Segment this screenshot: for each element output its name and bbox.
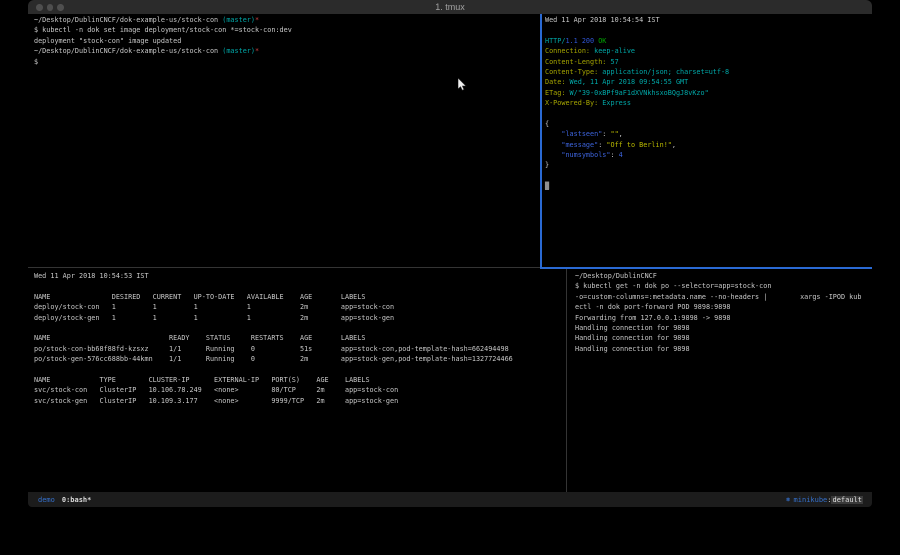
kube-context: minikube (794, 496, 828, 504)
terminal-line: $ kubectl get -n dok po --selector=app=s… (575, 281, 869, 291)
terminal-line: Handling connection for 9898 (575, 323, 869, 333)
terminal-line: Content-Type: application/json; charset=… (545, 67, 869, 77)
terminal-line: NAME DESIRED CURRENT UP-TO-DATE AVAILABL… (34, 292, 562, 302)
tmux-terminal: ~/Desktop/DublinCNCF/dok-example-us/stoc… (28, 14, 872, 492)
terminal-line: Handling connection for 9898 (575, 333, 869, 343)
pane-border-horizontal-left (28, 267, 540, 268)
terminal-line: $ (34, 57, 534, 67)
terminal-line: { (545, 119, 869, 129)
window-title: 1. tmux (435, 2, 465, 12)
window-label[interactable]: 0:bash* (62, 496, 92, 504)
terminal-line: X-Powered-By: Express (545, 98, 869, 108)
close-button[interactable] (36, 4, 43, 11)
minimize-button[interactable] (47, 4, 54, 11)
terminal-line: Forwarding from 127.0.0.1:9898 -> 9898 (575, 313, 869, 323)
mouse-cursor-icon (458, 78, 467, 91)
terminal-line: NAME READY STATUS RESTARTS AGE LABELS (34, 333, 562, 343)
pane-top-left[interactable]: ~/Desktop/DublinCNCF/dok-example-us/stoc… (34, 15, 534, 67)
terminal-line (545, 25, 869, 35)
terminal-line: ETag: W/"39-0xBPf9aF1dXVNkhsxoBQgJ8vKzo" (545, 88, 869, 98)
terminal-line: Content-Length: 57 (545, 57, 869, 67)
terminal-line: Wed 11 Apr 2018 10:54:53 IST (34, 271, 562, 281)
terminal-line (34, 281, 562, 291)
terminal-line: deployment "stock-con" image updated (34, 36, 534, 46)
kubernetes-helm-icon: ⎈ (786, 495, 791, 504)
pane-bottom-right[interactable]: ~/Desktop/DublinCNCF$ kubectl get -n dok… (575, 271, 869, 354)
terminal-line: po/stock-con-bb68f88fd-kzsxz 1/1 Running… (34, 344, 562, 354)
kube-namespace: default (831, 496, 863, 504)
terminal-line: -o=custom-columns=:metadata.name --no-he… (575, 292, 869, 302)
pane-border-horizontal-right (540, 267, 872, 269)
terminal-line: ~/Desktop/DublinCNCF/dok-example-us/stoc… (34, 46, 534, 56)
terminal-line: deploy/stock-con 1 1 1 1 2m app=stock-co… (34, 302, 562, 312)
pane-bottom-left[interactable]: Wed 11 Apr 2018 10:54:53 IST NAME DESIRED… (34, 271, 562, 406)
terminal-line: "message": "Off to Berlin!", (545, 140, 869, 150)
terminal-line: █ (545, 181, 869, 191)
terminal-line (545, 171, 869, 181)
terminal-line: Date: Wed, 11 Apr 2018 09:54:55 GMT (545, 77, 869, 87)
terminal-line: ~/Desktop/DublinCNCF (575, 271, 869, 281)
tmux-status-bar: demo 0:bash* ⎈ minikube : default (28, 492, 872, 507)
terminal-window: 1. tmux ~/Desktop/DublinCNCF/dok-example… (28, 0, 872, 507)
terminal-line: "lastseen": "", (545, 129, 869, 139)
terminal-line: Handling connection for 9898 (575, 344, 869, 354)
terminal-line: "numsymbols": 4 (545, 150, 869, 160)
terminal-line (34, 365, 562, 375)
terminal-line: } (545, 160, 869, 170)
terminal-line: deploy/stock-gen 1 1 1 1 2m app=stock-ge… (34, 313, 562, 323)
terminal-line: $ kubectl -n dok set image deployment/st… (34, 25, 534, 35)
terminal-line: NAME TYPE CLUSTER-IP EXTERNAL-IP PORT(S)… (34, 375, 562, 385)
pane-top-right[interactable]: Wed 11 Apr 2018 10:54:54 IST HTTP/1.1 200… (545, 15, 869, 192)
terminal-line: HTTP/1.1 200 OK (545, 36, 869, 46)
desktop-background: 1. tmux ~/Desktop/DublinCNCF/dok-example… (0, 0, 900, 555)
session-name: demo (38, 496, 55, 504)
terminal-line: po/stock-gen-576cc688bb-44kmn 1/1 Runnin… (34, 354, 562, 364)
window-titlebar[interactable]: 1. tmux (28, 0, 872, 14)
terminal-line: ectl -n dok port-forward POD 9898:9898 (575, 302, 869, 312)
zoom-button[interactable] (57, 4, 64, 11)
kube-status: ⎈ minikube : default (786, 495, 863, 504)
pane-border-vertical-bottom (566, 269, 567, 492)
terminal-line (34, 323, 562, 333)
terminal-line (545, 109, 869, 119)
terminal-line: svc/stock-gen ClusterIP 10.109.3.177 <no… (34, 396, 562, 406)
terminal-line: Connection: keep-alive (545, 46, 869, 56)
terminal-line: ~/Desktop/DublinCNCF/dok-example-us/stoc… (34, 15, 534, 25)
terminal-line: svc/stock-con ClusterIP 10.106.78.249 <n… (34, 385, 562, 395)
traffic-lights (36, 4, 64, 11)
terminal-line: Wed 11 Apr 2018 10:54:54 IST (545, 15, 869, 25)
pane-border-vertical-top (540, 14, 542, 267)
